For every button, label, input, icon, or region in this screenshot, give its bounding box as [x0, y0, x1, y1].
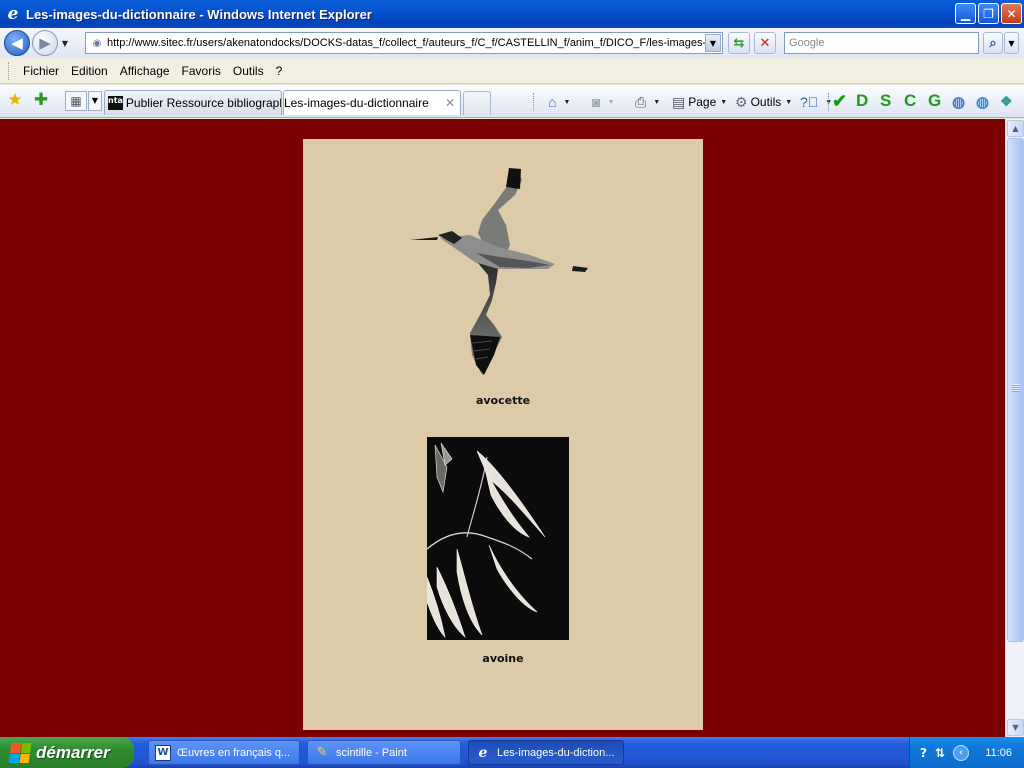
research-icon[interactable]: ◍ — [976, 93, 989, 111]
toolbar-separator — [828, 93, 829, 111]
new-tab-button[interactable] — [463, 91, 491, 115]
taskbar-item-ie[interactable]: e Les-images-du-diction... — [468, 740, 624, 765]
home-icon: ⌂ — [548, 94, 557, 110]
tools-menu-label: Outils — [750, 95, 782, 109]
menu-grip — [8, 61, 11, 80]
address-bar[interactable]: ◉ http://www.sitec.fr/users/akenatondock… — [85, 32, 723, 54]
tab-label: Les-images-du-dictionnaire — [284, 96, 429, 110]
taskbar-item-word[interactable]: W Œuvres en français q... — [148, 740, 300, 765]
paint-icon: ✎ — [316, 745, 328, 760]
menu-edition[interactable]: Edition — [65, 62, 114, 80]
tools-dropdown-icon: ▼ — [785, 98, 793, 106]
avoine-image — [426, 437, 569, 640]
addon-s-button[interactable]: S — [880, 91, 891, 111]
taskbar-item-label: Les-images-du-diction... — [497, 746, 615, 759]
dictionary-page: avocette avoine — [303, 139, 703, 730]
start-label: démarrer — [36, 742, 110, 762]
search-input[interactable]: Google — [784, 32, 979, 54]
ie-icon: e — [478, 744, 488, 761]
avocet-image — [410, 168, 588, 375]
scroll-up-icon[interactable]: ▲ — [1007, 120, 1024, 137]
scroll-grip — [1012, 384, 1020, 392]
tab-bar: ★ ✚ ▦ ▼ nta Publier Ressource bibliograp… — [0, 85, 1024, 118]
help-tray-icon[interactable]: ? — [920, 746, 927, 760]
network-tray-icon[interactable]: ⇅ — [935, 746, 945, 760]
page-icon: ▤ — [672, 93, 686, 110]
maximize-button[interactable]: ❐ — [978, 3, 999, 24]
quick-tabs-icon[interactable]: ▦ — [65, 91, 87, 111]
rss-icon: ◙ — [592, 94, 601, 110]
nta-icon: nta — [108, 96, 123, 110]
addon-d-button[interactable]: D — [856, 91, 868, 111]
tab-label: Publier Ressource bibliograph... — [125, 96, 282, 110]
vertical-scrollbar[interactable]: ▲ ▼ — [1005, 119, 1024, 737]
printer-icon: ⎙ — [635, 93, 647, 110]
stop-button[interactable]: ✕ — [754, 32, 776, 54]
menu-help[interactable]: ? — [270, 62, 289, 80]
gear-icon: ⚙ — [735, 93, 748, 110]
minimize-button[interactable]: ▁ — [955, 3, 976, 24]
start-button[interactable]: démarrer — [0, 737, 134, 768]
address-row: ◀ ▶ ▼ ◉ http://www.sitec.fr/users/akenat… — [0, 28, 1024, 58]
feeds-button[interactable]: ◙ ▼ — [592, 93, 614, 111]
clock: 11:06 — [985, 746, 1012, 759]
show-hidden-icons-icon[interactable]: ‹ — [953, 744, 970, 761]
page-content: avocette avoine — [0, 119, 1005, 737]
back-button[interactable]: ◀ — [4, 30, 30, 56]
page-menu-button[interactable]: ▤ Page ▼ — [672, 93, 727, 111]
tab-les-images[interactable]: ◉ Les-images-du-dictionnaire ✕ — [283, 90, 461, 115]
window-title: Les-images-du-dictionnaire - Windows Int… — [26, 6, 372, 22]
check-icon[interactable]: ✔ — [832, 91, 847, 112]
tab-publier-ressource[interactable]: nta Publier Ressource bibliograph... — [104, 90, 282, 115]
caption-avocette: avocette — [475, 394, 531, 407]
toolbar-separator — [533, 93, 534, 111]
taskbar: démarrer W Œuvres en français q... ✎ sci… — [0, 737, 1024, 768]
add-favorite-icon[interactable]: ✚ — [31, 90, 51, 110]
forward-button[interactable]: ▶ — [32, 30, 58, 56]
oat-drawing — [426, 442, 546, 638]
address-dropdown-icon[interactable]: ▼ — [705, 34, 721, 52]
feeds-dropdown-icon[interactable]: ▼ — [607, 99, 614, 106]
tools-menu-button[interactable]: ⚙ Outils ▼ — [735, 93, 792, 111]
menu-fichier[interactable]: Fichier — [17, 62, 65, 80]
address-url[interactable]: http://www.sitec.fr/users/akenatondocks/… — [105, 37, 705, 49]
page-dropdown-icon: ▼ — [720, 98, 728, 106]
close-button[interactable]: ✕ — [1001, 3, 1022, 24]
page-icon: ◉ — [92, 37, 102, 49]
taskbar-item-label: Œuvres en français q... — [177, 746, 291, 759]
caption-avoine: avoine — [482, 652, 524, 665]
print-dropdown-icon[interactable]: ▼ — [653, 99, 660, 106]
menu-affichage[interactable]: Affichage — [114, 62, 176, 80]
home-dropdown-icon[interactable]: ▼ — [563, 99, 570, 106]
search-button[interactable]: ⌕ — [983, 32, 1003, 54]
ie-logo-icon: e — [7, 4, 19, 24]
scroll-thumb[interactable] — [1007, 138, 1024, 642]
addon-g-button[interactable]: G — [928, 91, 941, 111]
addon-c-button[interactable]: C — [904, 91, 916, 111]
print-button[interactable]: ⎙ ▼ — [635, 93, 660, 111]
search-options-icon[interactable]: ▼ — [1004, 32, 1019, 54]
word-icon: W — [155, 744, 171, 761]
menu-outils[interactable]: Outils — [227, 62, 270, 80]
taskbar-item-label: scintille - Paint — [336, 746, 407, 759]
tab-list-dropdown-icon[interactable]: ▼ — [88, 91, 102, 111]
menu-favoris[interactable]: Favoris — [176, 62, 227, 80]
tab-close-icon[interactable]: ✕ — [445, 96, 455, 110]
favorites-star-icon[interactable]: ★ — [5, 90, 25, 110]
taskbar-item-paint[interactable]: ✎ scintille - Paint — [307, 740, 461, 765]
scroll-down-icon[interactable]: ▼ — [1007, 719, 1024, 736]
windows-flag-icon — [8, 742, 32, 763]
history-dropdown-icon[interactable]: ▼ — [58, 39, 72, 48]
title-bar: e Les-images-du-dictionnaire - Windows I… — [0, 0, 1024, 28]
menu-bar: Fichier Edition Affichage Favoris Outils… — [0, 58, 1024, 84]
window-controls: ▁ ❐ ✕ — [955, 3, 1022, 24]
page-menu-label: Page — [688, 95, 717, 109]
system-tray: ? ⇅ ‹ 11:06 — [909, 737, 1024, 768]
help-icon: ?⃝ — [800, 94, 819, 110]
addon-icon[interactable]: ❖ — [1000, 93, 1013, 110]
refresh-button[interactable]: ⇆ — [728, 32, 750, 54]
home-button[interactable]: ⌂ ▼ — [548, 93, 570, 111]
globe-icon[interactable]: ◍ — [952, 93, 965, 111]
